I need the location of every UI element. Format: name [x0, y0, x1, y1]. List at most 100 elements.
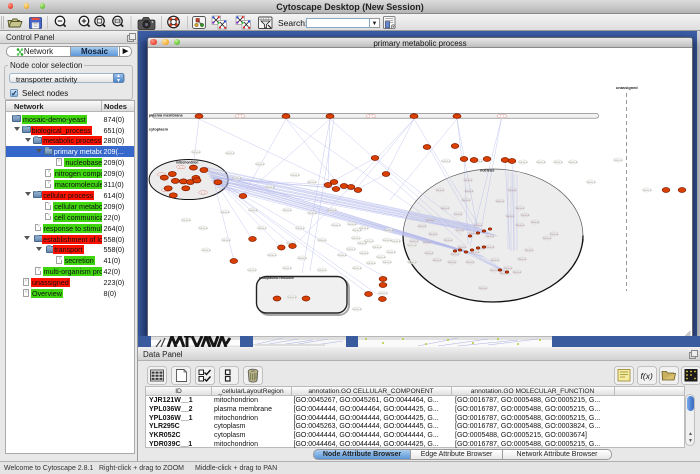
- svg-text:Gene-a: Gene-a: [491, 259, 500, 262]
- svg-text:Gene-a: Gene-a: [256, 162, 265, 166]
- svg-text:Gene-a: Gene-a: [436, 189, 445, 192]
- svg-text:cytoplasm: cytoplasm: [149, 127, 169, 132]
- svg-text:Gene-a: Gene-a: [518, 258, 527, 261]
- svg-text:Gene-a: Gene-a: [385, 228, 394, 232]
- svg-text:Gene-a: Gene-a: [268, 253, 277, 257]
- svg-text:Gene-a: Gene-a: [614, 158, 623, 162]
- svg-text:Gene-a: Gene-a: [521, 214, 530, 217]
- svg-text:Gene-a: Gene-a: [418, 225, 427, 228]
- svg-text:Gene-a: Gene-a: [441, 207, 450, 210]
- svg-text:Gene-a: Gene-a: [444, 239, 453, 242]
- svg-text:[...]: [...]: [369, 115, 373, 118]
- svg-text:Gene-a: Gene-a: [525, 249, 534, 252]
- svg-text:f(x): f(x): [641, 371, 653, 381]
- svg-text:Gene-a: Gene-a: [221, 210, 230, 214]
- svg-text:Gene-a: Gene-a: [222, 238, 231, 242]
- svg-text:Gene-a: Gene-a: [226, 151, 235, 155]
- svg-text:Gene-a: Gene-a: [516, 207, 525, 210]
- svg-text:Gene-a: Gene-a: [379, 291, 388, 295]
- svg-text:Gene-a: Gene-a: [458, 246, 467, 249]
- svg-text:Gene-a: Gene-a: [442, 159, 451, 163]
- svg-text:Gene-a: Gene-a: [519, 160, 528, 164]
- svg-text:Gene-a: Gene-a: [328, 208, 337, 212]
- svg-text:Gene-a: Gene-a: [569, 160, 578, 164]
- svg-text:Gene-a: Gene-a: [373, 245, 382, 249]
- svg-text:Gene-a: Gene-a: [451, 253, 460, 256]
- svg-text:[...]: [...]: [179, 166, 183, 169]
- svg-text:Gene-a: Gene-a: [258, 226, 267, 230]
- svg-text:mitochondrion: mitochondrion: [176, 161, 198, 165]
- svg-text:Gene-a: Gene-a: [554, 160, 563, 164]
- svg-text:Gene-a: Gene-a: [513, 271, 522, 274]
- svg-text:Gene-a: Gene-a: [288, 295, 297, 299]
- svg-text:Gene-a: Gene-a: [429, 233, 438, 236]
- svg-text:Gene-a: Gene-a: [248, 268, 257, 272]
- svg-text:Gene-a: Gene-a: [466, 261, 475, 264]
- svg-text:Gene-a: Gene-a: [283, 208, 292, 212]
- svg-text:Gene-a: Gene-a: [550, 233, 559, 236]
- svg-text:[...]: [...]: [201, 192, 205, 195]
- svg-text:Gene-a: Gene-a: [531, 221, 540, 224]
- svg-text:Gene-a: Gene-a: [332, 223, 341, 227]
- svg-text:Gene-a: Gene-a: [192, 150, 201, 154]
- svg-text:Gene-a: Gene-a: [199, 226, 208, 230]
- svg-text:Gene-a: Gene-a: [318, 268, 327, 272]
- svg-text:Gene-a: Gene-a: [298, 256, 307, 260]
- svg-text:Gene-a: Gene-a: [202, 248, 211, 252]
- svg-text:Gene-a: Gene-a: [360, 226, 369, 230]
- svg-text:Gene-a: Gene-a: [308, 180, 317, 184]
- svg-text:[...]: [...]: [500, 115, 504, 118]
- svg-text:Gene-a: Gene-a: [318, 238, 327, 242]
- svg-text:Gene-a: Gene-a: [508, 189, 517, 192]
- svg-text:Gene-a: Gene-a: [352, 236, 361, 240]
- svg-text:Gene-a: Gene-a: [353, 266, 362, 270]
- svg-text:Gene-a: Gene-a: [426, 219, 435, 222]
- svg-text:Gene-a: Gene-a: [353, 307, 362, 311]
- svg-text:Gene-a: Gene-a: [464, 179, 473, 182]
- svg-text:unassigned: unassigned: [616, 85, 638, 90]
- svg-text:Gene-a: Gene-a: [383, 238, 392, 242]
- svg-text:Gene-a: Gene-a: [377, 255, 386, 259]
- svg-text:Gene-a: Gene-a: [408, 243, 417, 247]
- svg-text:Gene-a: Gene-a: [387, 250, 396, 254]
- svg-text:Gene-a: Gene-a: [296, 226, 305, 230]
- svg-text:nucleus: nucleus: [480, 168, 494, 172]
- svg-text:Gene-a: Gene-a: [383, 260, 392, 264]
- svg-text:Gene-a: Gene-a: [496, 200, 505, 203]
- svg-text:Gene-a: Gene-a: [643, 188, 652, 192]
- svg-text:Gene-a: Gene-a: [249, 208, 258, 212]
- svg-text:Gene-a: Gene-a: [543, 237, 552, 240]
- svg-text:Gene-a: Gene-a: [456, 229, 465, 232]
- svg-text:Gene-a: Gene-a: [233, 176, 242, 180]
- svg-text:Gene-a: Gene-a: [266, 185, 275, 189]
- svg-text:Gene-a: Gene-a: [360, 251, 369, 255]
- svg-text:Gene-a: Gene-a: [410, 240, 419, 243]
- svg-text:Gene-a: Gene-a: [454, 213, 463, 216]
- svg-text:Gene-a: Gene-a: [423, 241, 432, 244]
- svg-text:Gene-a: Gene-a: [308, 211, 317, 215]
- svg-text:endoplasmic reticulum: endoplasmic reticulum: [259, 276, 294, 280]
- svg-text:Gene-a: Gene-a: [433, 259, 442, 262]
- svg-text:Gene-a: Gene-a: [291, 173, 300, 177]
- svg-text:Gene-a: Gene-a: [490, 269, 499, 272]
- svg-text:Gene-a: Gene-a: [347, 247, 356, 251]
- svg-text:Gene-a: Gene-a: [182, 218, 191, 222]
- svg-text:Gene-a: Gene-a: [448, 261, 457, 264]
- svg-text:Gene-a: Gene-a: [392, 239, 401, 243]
- svg-text:Gene-a: Gene-a: [425, 252, 434, 255]
- svg-text:Gene-a: Gene-a: [506, 215, 515, 218]
- svg-text:plasma membrane: plasma membrane: [149, 113, 184, 118]
- svg-text:Gene-a: Gene-a: [504, 267, 513, 270]
- svg-text:Gene-a: Gene-a: [474, 224, 483, 227]
- svg-text:Gene-a: Gene-a: [462, 199, 471, 202]
- svg-text:Gene-a: Gene-a: [486, 246, 495, 249]
- svg-text:Gene-a: Gene-a: [479, 287, 488, 290]
- svg-text:Gene-a: Gene-a: [587, 180, 596, 184]
- svg-text:Gene-a: Gene-a: [537, 160, 546, 164]
- svg-text:Gene-a: Gene-a: [486, 235, 495, 238]
- svg-text:Gene-a: Gene-a: [348, 222, 357, 226]
- svg-text:Gene-a: Gene-a: [338, 253, 347, 257]
- svg-text:Gene-a: Gene-a: [516, 224, 525, 227]
- svg-text:[...]: [...]: [238, 115, 242, 118]
- svg-text:Gene-a: Gene-a: [367, 261, 376, 265]
